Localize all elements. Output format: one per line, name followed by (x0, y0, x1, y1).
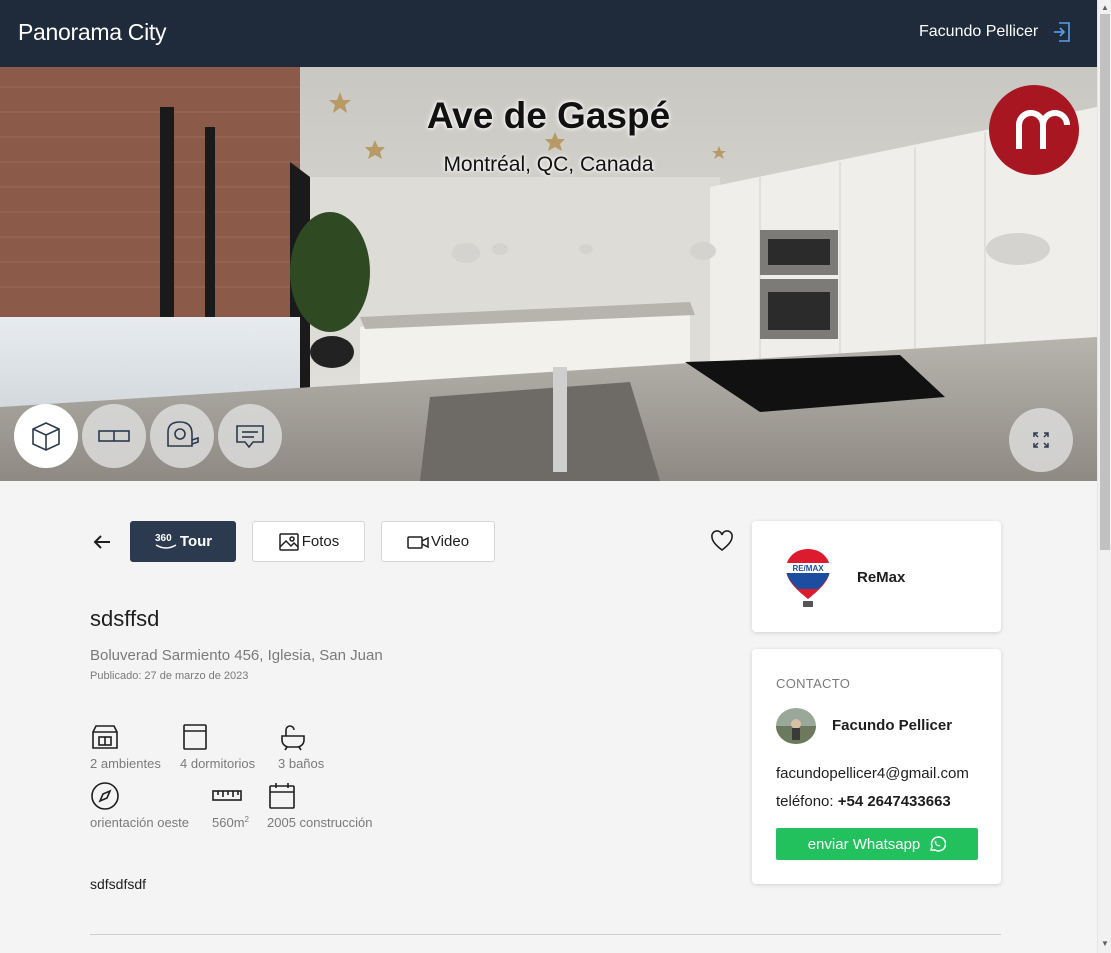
calendar-icon (269, 783, 295, 809)
measure-tool-button[interactable] (150, 404, 214, 468)
feature-orientacion: orientación oeste (90, 781, 189, 830)
feature-construccion: 2005 construcción (267, 781, 373, 830)
top-navbar: Panorama City Facundo Pellicer (0, 0, 1097, 67)
feature-ambientes: 2 ambientes (90, 722, 161, 771)
chat-icon (236, 425, 264, 449)
contact-card: CONTACTO Facundo Pellicer facundopellice… (752, 649, 1001, 884)
section-divider (90, 934, 1001, 935)
whatsapp-button[interactable]: enviar Whatsapp (776, 828, 978, 860)
360-icon: 360 (155, 533, 177, 549)
image-icon (278, 532, 299, 551)
compass-icon (91, 782, 119, 810)
fullscreen-button[interactable] (1009, 408, 1073, 472)
publish-date: Publicado: 27 de marzo de 2023 (90, 670, 249, 682)
dollhouse-view-button[interactable] (14, 404, 78, 468)
brand-logo[interactable]: Panorama City (18, 19, 167, 46)
contact-phone: teléfono: +54 2647433663 (776, 793, 951, 810)
panorama-subtitle: Montréal, QC, Canada (443, 153, 654, 176)
rooms-icon (92, 725, 118, 749)
tab-label: Fotos (301, 533, 340, 550)
feature-dormitorios: 4 dormitorios (180, 722, 255, 771)
logout-icon[interactable] (1050, 20, 1074, 44)
annotations-button[interactable] (218, 404, 282, 468)
whatsapp-icon (930, 836, 947, 852)
property-description: sdfsdfsdf (90, 876, 147, 892)
tab-360-tour[interactable]: 360 Tour (130, 521, 236, 562)
m-logo-icon (1016, 110, 1070, 149)
feature-banos: 3 baños (278, 722, 324, 771)
video-camera-icon (407, 535, 429, 549)
contact-email[interactable]: facundopellicer4@gmail.com (776, 765, 969, 782)
panorama-title: Ave de Gaspé (426, 95, 671, 136)
cube-icon (32, 422, 60, 451)
feature-superficie: 560m2 (212, 781, 249, 830)
floorplan-view-button[interactable] (82, 404, 146, 468)
door-icon (183, 724, 207, 750)
panorama-viewer[interactable]: Ave de Gaspé Montréal, QC, Canada (0, 67, 1097, 481)
tab-label: Tour (179, 533, 213, 550)
contact-name: Facundo Pellicer (832, 717, 953, 734)
scroll-up-arrow[interactable]: ▲ (1098, 3, 1111, 13)
svg-text:RE/MAX: RE/MAX (792, 564, 824, 573)
fullscreen-icon (1033, 432, 1049, 448)
bathtub-icon (281, 725, 305, 751)
scroll-thumb[interactable] (1100, 14, 1110, 550)
svg-text:360: 360 (155, 533, 172, 544)
agency-card[interactable]: RE/MAX ReMax (752, 521, 1001, 632)
contact-heading: CONTACTO (776, 676, 851, 691)
remax-balloon-logo: RE/MAX (786, 549, 830, 607)
property-title: sdsffsd (90, 606, 160, 631)
agency-name[interactable]: ReMax (857, 569, 905, 586)
floorplan-icon (98, 430, 130, 442)
user-name[interactable]: Facundo Pellicer (919, 23, 1038, 41)
back-arrow-icon[interactable] (90, 530, 114, 554)
avatar (776, 708, 816, 744)
agency-logo-badge[interactable] (989, 85, 1079, 175)
tab-fotos[interactable]: Fotos (252, 521, 365, 562)
favorite-heart-icon[interactable] (710, 530, 734, 552)
page-scrollbar[interactable]: ▲ ▼ (1097, 0, 1111, 953)
property-address: Boluverad Sarmiento 456, Iglesia, San Ju… (90, 647, 383, 664)
tab-label: Video (430, 533, 470, 550)
scroll-down-arrow[interactable]: ▼ (1098, 939, 1111, 949)
tape-measure-icon (167, 421, 199, 447)
ruler-icon (212, 790, 242, 801)
whatsapp-label: enviar Whatsapp (807, 835, 921, 853)
tab-video[interactable]: Video (381, 521, 495, 562)
